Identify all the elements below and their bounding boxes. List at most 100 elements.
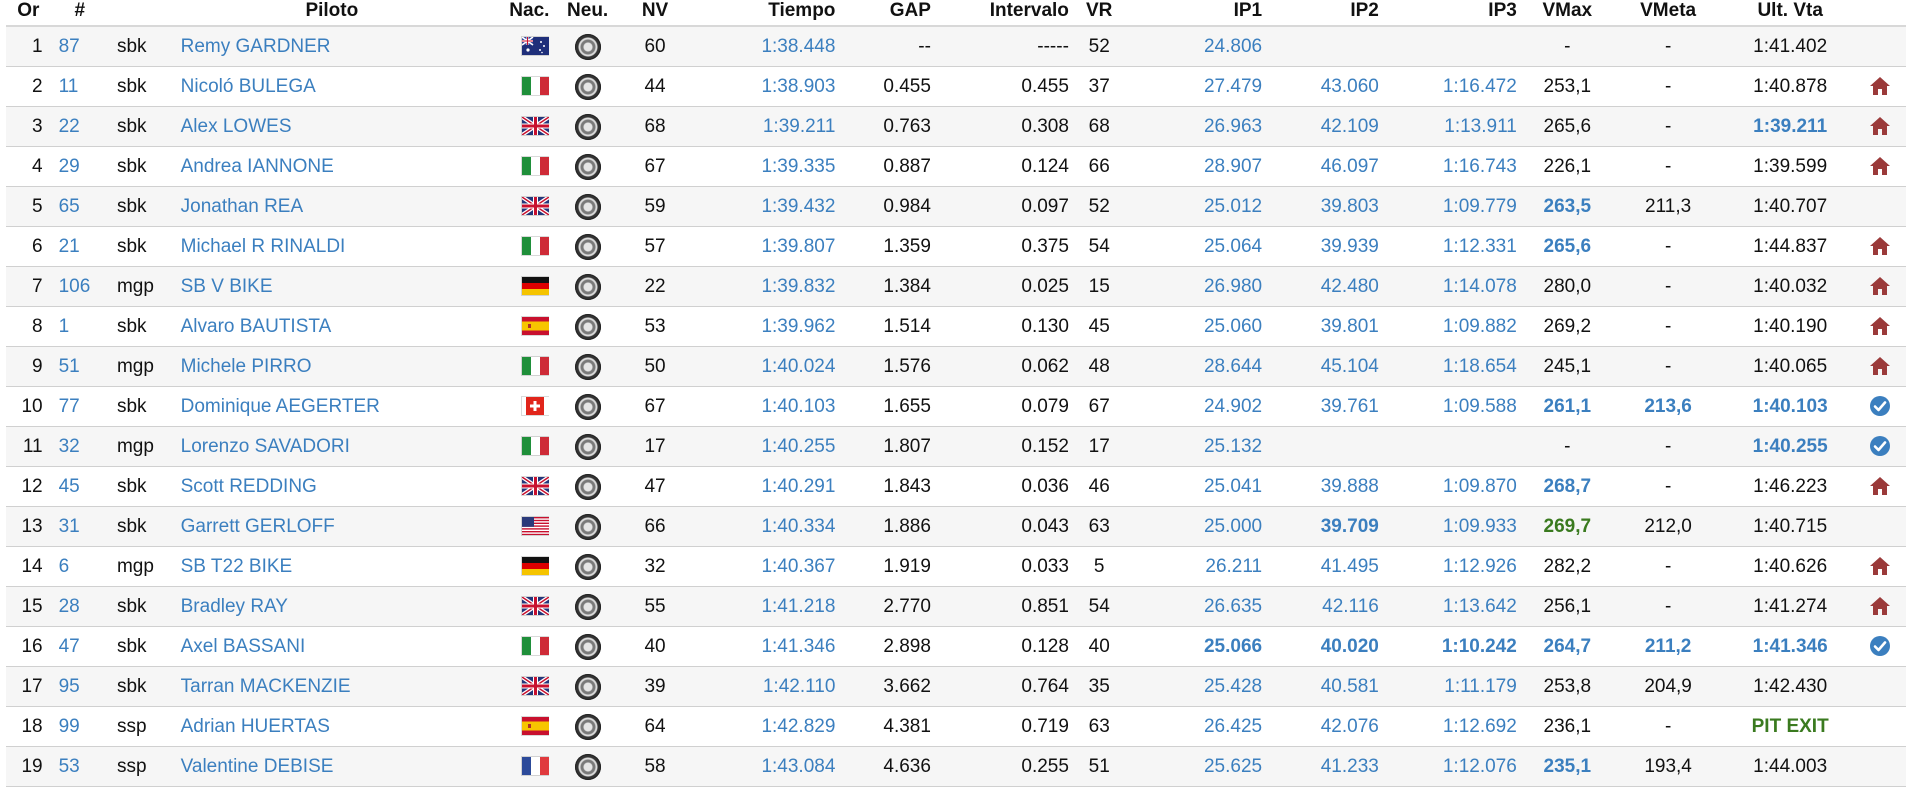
cell-ip2[interactable]: 39.801 — [1270, 306, 1387, 347]
cell-ip2[interactable]: 39.709 — [1270, 506, 1387, 547]
col-header-vr[interactable]: VR — [1076, 0, 1122, 27]
cell-ip3[interactable]: 1:10.242 — [1386, 626, 1525, 667]
cell-ip2[interactable]: 39.803 — [1270, 186, 1387, 227]
cell-rider-name[interactable]: Tarran MACKENZIE — [172, 666, 492, 707]
cell-ip1[interactable]: 25.041 — [1121, 466, 1271, 507]
cell-ip3[interactable]: 1:09.870 — [1386, 466, 1525, 507]
cell-rider-name[interactable]: SB V BIKE — [172, 266, 492, 307]
cell-rider-name[interactable]: Nicoló BULEGA — [172, 66, 492, 107]
cell-rider-name[interactable]: Dominique AEGERTER — [172, 386, 492, 427]
cell-ip1[interactable]: 26.425 — [1121, 706, 1271, 747]
cell-rider-name[interactable]: Jonathan REA — [172, 186, 492, 227]
cell-ip2[interactable]: 39.761 — [1270, 386, 1387, 427]
table-row[interactable]: 6 21 sbk Michael R RINALDI 57 1:39.807 1.359 0.… — [6, 226, 1906, 267]
cell-ip3[interactable]: 1:18.654 — [1386, 346, 1525, 387]
table-row[interactable]: 7 106 mgp SB V BIKE 22 1:39.832 1.384 0.025 15 26… — [6, 266, 1906, 307]
cell-ip1[interactable]: 27.479 — [1121, 66, 1271, 107]
cell-rider-name[interactable]: Michael R RINALDI — [172, 226, 492, 267]
col-header-num[interactable]: # — [50, 0, 109, 27]
cell-time[interactable]: 1:40.103 — [684, 386, 844, 427]
cell-rider-name[interactable]: Lorenzo SAVADORI — [172, 426, 492, 467]
cell-rider-name[interactable]: Alvaro BAUTISTA — [172, 306, 492, 347]
cell-number[interactable]: 106 — [50, 266, 109, 307]
cell-ip1[interactable]: 25.064 — [1121, 226, 1271, 267]
col-header-ip3[interactable]: IP3 — [1386, 0, 1525, 27]
cell-number[interactable]: 11 — [50, 66, 109, 107]
cell-ip1[interactable]: 24.806 — [1121, 26, 1271, 67]
cell-ip2[interactable]: 43.060 — [1270, 66, 1387, 107]
cell-ip1[interactable]: 25.428 — [1121, 666, 1271, 707]
cell-number[interactable]: 29 — [50, 146, 109, 187]
cell-ip3[interactable] — [1386, 26, 1525, 67]
cell-rider-name[interactable]: Garrett GERLOFF — [172, 506, 492, 547]
cell-time[interactable]: 1:40.024 — [684, 346, 844, 387]
cell-ip3[interactable]: 1:09.933 — [1386, 506, 1525, 547]
cell-ip3[interactable]: 1:09.882 — [1386, 306, 1525, 347]
cell-time[interactable]: 1:40.255 — [684, 426, 844, 467]
cell-ip1[interactable]: 26.980 — [1121, 266, 1271, 307]
table-row[interactable]: 5 65 sbk Jonathan REA 59 1:39.432 0.984 0.097 52… — [6, 186, 1906, 227]
cell-ip3[interactable]: 1:13.911 — [1386, 106, 1525, 147]
cell-ip3[interactable]: 1:16.743 — [1386, 146, 1525, 187]
cell-ip2[interactable]: 39.888 — [1270, 466, 1387, 507]
cell-ip3[interactable]: 1:12.926 — [1386, 546, 1525, 587]
cell-time[interactable]: 1:39.432 — [684, 186, 844, 227]
cell-ip1[interactable]: 28.907 — [1121, 146, 1271, 187]
cell-ip2[interactable]: 39.939 — [1270, 226, 1387, 267]
table-row[interactable]: 17 95 sbk Tarran MACKENZIE 39 1:42.110 3.662 0.… — [6, 666, 1906, 707]
table-row[interactable]: 11 32 mgp Lorenzo SAVADORI 17 1:40.255 1.807 0.… — [6, 426, 1906, 467]
cell-rider-name[interactable]: Adrian HUERTAS — [172, 706, 492, 747]
col-header-last[interactable]: Ult. Vta — [1726, 0, 1854, 27]
cell-time[interactable]: 1:38.448 — [684, 26, 844, 67]
col-header-ip2[interactable]: IP2 — [1270, 0, 1387, 27]
table-row[interactable]: 8 1 sbk Alvaro BAUTISTA 53 1:39.962 1.514 0.130… — [6, 306, 1906, 347]
cell-time[interactable]: 1:42.110 — [684, 666, 844, 707]
cell-rider-name[interactable]: Valentine DEBISE — [172, 746, 492, 787]
table-row[interactable]: 10 77 sbk Dominique AEGERTER 67 1:40.103 1.655… — [6, 386, 1906, 427]
cell-ip3[interactable]: 1:14.078 — [1386, 266, 1525, 307]
cell-number[interactable]: 95 — [50, 666, 109, 707]
cell-number[interactable]: 32 — [50, 426, 109, 467]
cell-time[interactable]: 1:41.346 — [684, 626, 844, 667]
cell-ip2[interactable]: 42.480 — [1270, 266, 1387, 307]
cell-ip2[interactable]: 41.495 — [1270, 546, 1387, 587]
cell-ip2[interactable]: 41.233 — [1270, 746, 1387, 787]
cell-ip1[interactable]: 25.012 — [1121, 186, 1271, 227]
cell-ip2[interactable]: 40.581 — [1270, 666, 1387, 707]
table-row[interactable]: 12 45 sbk Scott REDDING 47 1:40.291 1.843 0.036… — [6, 466, 1906, 507]
cell-ip1[interactable]: 26.963 — [1121, 106, 1271, 147]
table-row[interactable]: 15 28 sbk Bradley RAY 55 1:41.218 2.770 0.851 54… — [6, 586, 1906, 627]
cell-ip3[interactable]: 1:12.692 — [1386, 706, 1525, 747]
cell-number[interactable]: 45 — [50, 466, 109, 507]
table-row[interactable]: 13 31 sbk Garrett GERLOFF 66 1:40.334 1.886 0.0… — [6, 506, 1906, 547]
cell-rider-name[interactable]: Michele PIRRO — [172, 346, 492, 387]
table-row[interactable]: 1 87 sbk Remy GARDNER 60 1:38.448 -- ----- 52 24.… — [6, 26, 1906, 67]
cell-ip3[interactable] — [1386, 426, 1525, 467]
table-row[interactable]: 4 29 sbk Andrea IANNONE 67 1:39.335 0.887 0.124… — [6, 146, 1906, 187]
cell-ip2[interactable]: 42.109 — [1270, 106, 1387, 147]
cell-ip1[interactable]: 24.902 — [1121, 386, 1271, 427]
table-row[interactable]: 16 47 sbk Axel BASSANI 40 1:41.346 2.898 0.128 4… — [6, 626, 1906, 667]
cell-time[interactable]: 1:41.218 — [684, 586, 844, 627]
cell-number[interactable]: 77 — [50, 386, 109, 427]
cell-ip2[interactable]: 42.116 — [1270, 586, 1387, 627]
cell-time[interactable]: 1:39.807 — [684, 226, 844, 267]
cell-rider-name[interactable]: Andrea IANNONE — [172, 146, 492, 187]
cell-ip3[interactable]: 1:16.472 — [1386, 66, 1525, 107]
cell-ip3[interactable]: 1:09.779 — [1386, 186, 1525, 227]
col-header-time[interactable]: Tiempo — [684, 0, 844, 27]
cell-rider-name[interactable]: Bradley RAY — [172, 586, 492, 627]
cell-number[interactable]: 51 — [50, 346, 109, 387]
table-row[interactable]: 2 11 sbk Nicoló BULEGA 44 1:38.903 0.455 0.455 3… — [6, 66, 1906, 107]
cell-ip2[interactable]: 42.076 — [1270, 706, 1387, 747]
table-row[interactable]: 18 99 ssp Adrian HUERTAS 64 1:42.829 4.381 0.71… — [6, 706, 1906, 747]
cell-ip1[interactable]: 26.635 — [1121, 586, 1271, 627]
cell-ip1[interactable]: 28.644 — [1121, 346, 1271, 387]
cell-number[interactable]: 47 — [50, 626, 109, 667]
cell-ip1[interactable]: 25.060 — [1121, 306, 1271, 347]
cell-number[interactable]: 6 — [50, 546, 109, 587]
cell-ip1[interactable]: 25.625 — [1121, 746, 1271, 787]
cell-time[interactable]: 1:38.903 — [684, 66, 844, 107]
cell-number[interactable]: 53 — [50, 746, 109, 787]
cell-time[interactable]: 1:39.335 — [684, 146, 844, 187]
